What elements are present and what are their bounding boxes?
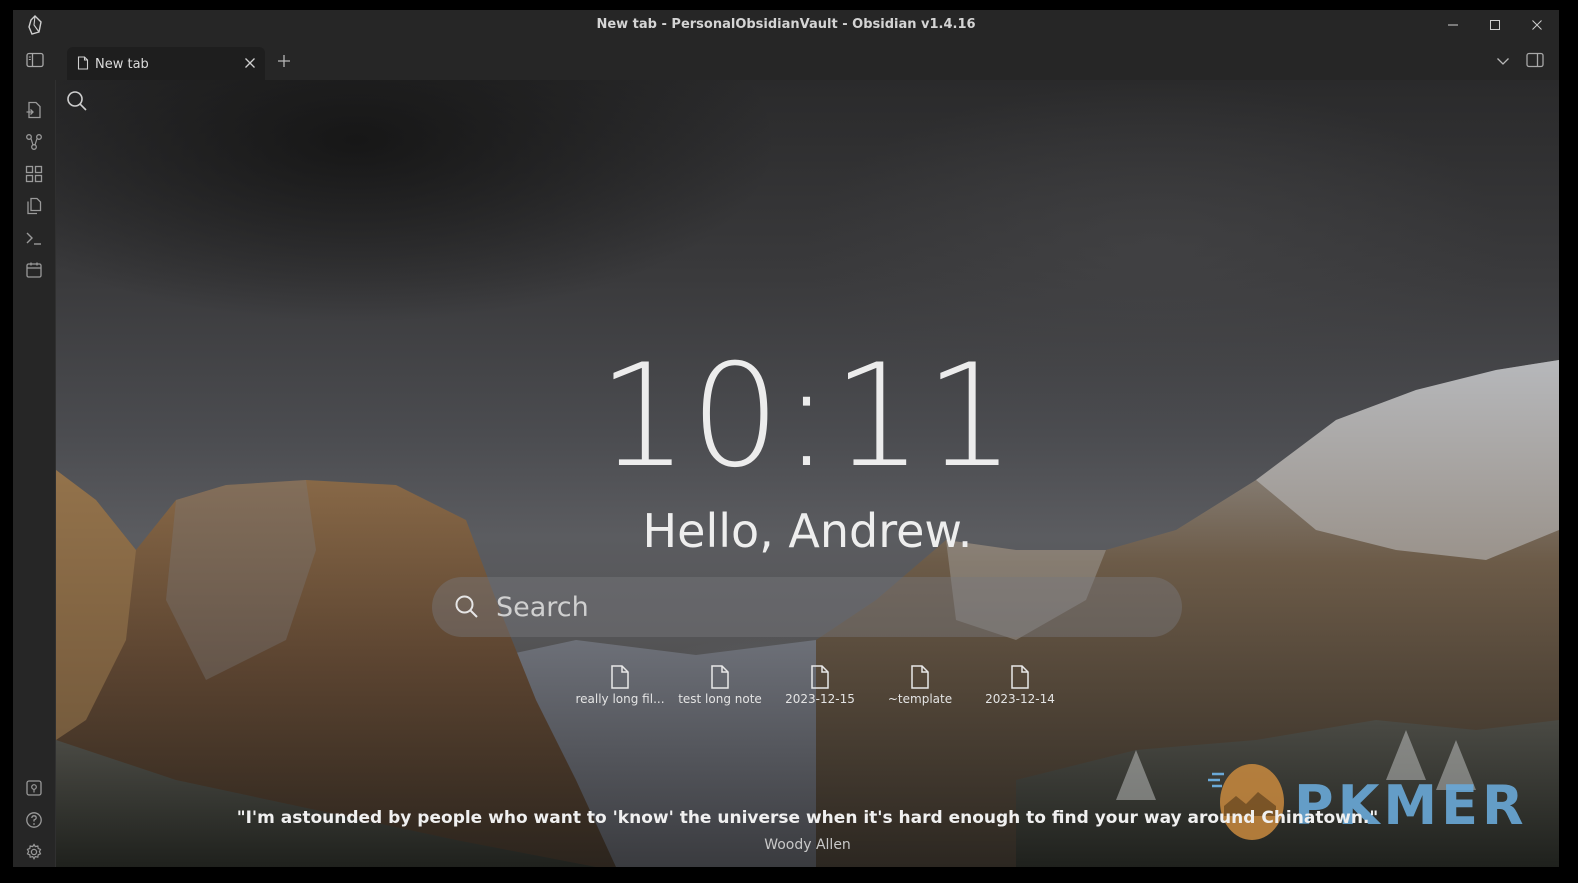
close-tab-icon[interactable] (243, 56, 257, 70)
ribbon-calendar[interactable] (24, 260, 44, 280)
home-search-bar[interactable] (432, 577, 1182, 637)
ribbon-canvas[interactable] (24, 164, 44, 184)
vault-switcher-icon (26, 780, 42, 796)
calendar-icon (26, 262, 42, 278)
command-palette-icon (26, 232, 41, 245)
file-icon (77, 56, 89, 70)
sidebar-right-icon (1526, 52, 1544, 68)
ribbon-graph-view[interactable] (24, 132, 44, 152)
file-icon (1011, 665, 1029, 689)
search-shortcut-button[interactable] (66, 90, 88, 116)
open-quick-switcher-icon (26, 101, 41, 119)
maximize-button[interactable] (1485, 15, 1505, 35)
recent-file-item[interactable]: 2023-12-15 (770, 665, 870, 706)
file-icon (711, 665, 729, 689)
recent-file-item[interactable]: 2023-12-14 (970, 665, 1070, 706)
recent-file-name: test long note (678, 692, 762, 706)
ribbon-settings[interactable] (24, 842, 44, 862)
search-icon (67, 91, 87, 111)
ribbon-help[interactable] (24, 810, 44, 830)
recent-file-name: really long fil... (575, 692, 665, 706)
obsidian-window: New tab - PersonalObsidianVault - Obsidi… (13, 10, 1559, 867)
plus-icon (278, 55, 290, 67)
canvas-icon (25, 165, 43, 183)
new-tab-button[interactable] (273, 50, 295, 72)
graph-view-icon (26, 134, 42, 150)
recent-file-item[interactable]: ~template (870, 665, 970, 706)
ribbon-quick-switcher[interactable] (24, 100, 44, 120)
toggle-right-sidebar-button[interactable] (1524, 49, 1546, 71)
chevron-down-icon (1497, 58, 1509, 65)
pkmer-logo-icon (1208, 764, 1284, 840)
ribbon-command-palette[interactable] (24, 228, 44, 248)
daily-notes-icon (27, 197, 42, 215)
settings-icon (26, 843, 42, 860)
greeting: Hello, Andrew. (642, 504, 973, 558)
clock: 10:11 (597, 334, 1018, 499)
sidebar-left-icon (26, 52, 44, 68)
search-icon (455, 595, 478, 618)
recent-file-name: 2023-12-15 (785, 692, 855, 706)
tab-new-tab[interactable]: New tab (67, 47, 265, 80)
toggle-left-sidebar-button[interactable] (24, 49, 46, 71)
title-bar: New tab - PersonalObsidianVault - Obsidi… (13, 10, 1559, 40)
minimize-icon (1448, 24, 1458, 26)
minimize-button[interactable] (1443, 15, 1463, 35)
daily-quote: "I'm astounded by people who want to 'kn… (236, 808, 1379, 828)
quote-author: Woody Allen (764, 837, 851, 853)
home-search-input[interactable] (496, 589, 1136, 625)
tab-label: New tab (95, 57, 149, 72)
recent-file-name: ~template (887, 692, 953, 706)
new-tab-home: 10:11 Hello, Andrew. really long fil... … (56, 80, 1559, 867)
close-window-button[interactable] (1527, 15, 1547, 35)
file-icon (811, 665, 829, 689)
ribbon-vault-switcher[interactable] (24, 778, 44, 798)
recent-file-item[interactable]: really long fil... (570, 665, 670, 706)
tab-bar: New tab (13, 40, 1559, 80)
ribbon-daily-notes[interactable] (24, 196, 44, 216)
tab-list-dropdown[interactable] (1492, 50, 1514, 72)
close-icon (1532, 20, 1542, 30)
maximize-icon (1490, 20, 1500, 30)
file-icon (911, 665, 929, 689)
recent-file-item[interactable]: test long note (670, 665, 770, 706)
window-title: New tab - PersonalObsidianVault - Obsidi… (596, 17, 976, 32)
recent-file-name: 2023-12-14 (985, 692, 1055, 706)
file-icon (611, 665, 629, 689)
help-icon (26, 812, 42, 828)
left-ribbon (13, 80, 56, 867)
